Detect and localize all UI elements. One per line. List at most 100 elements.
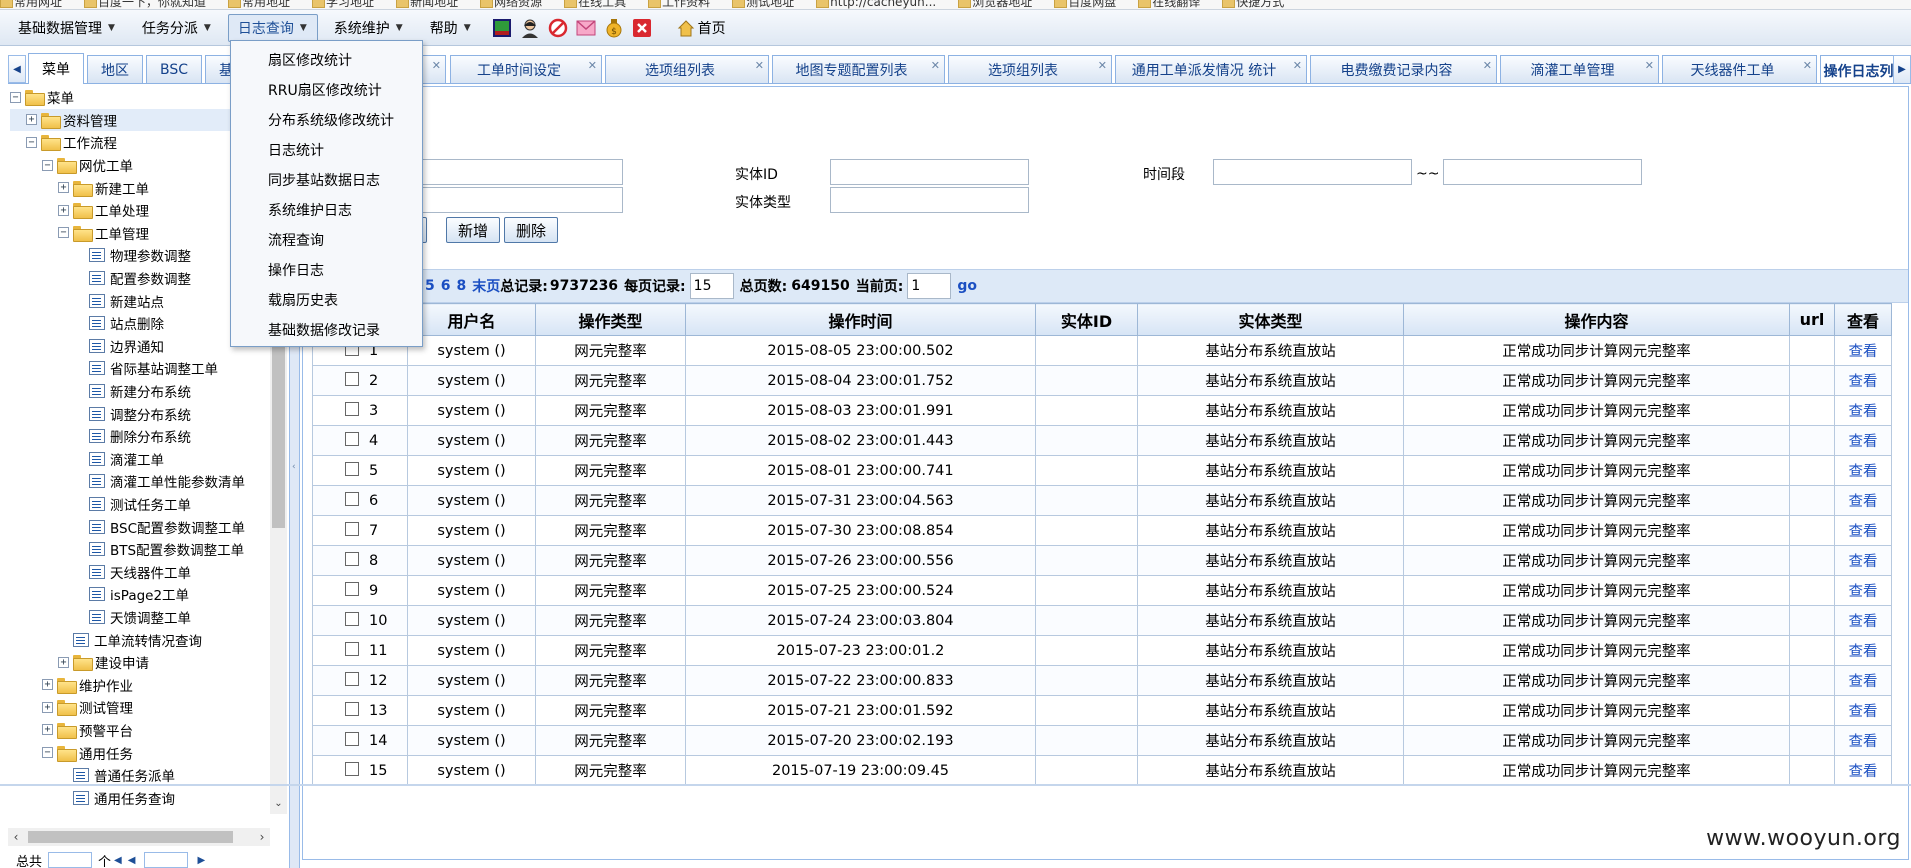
left-pager-input[interactable]	[48, 852, 93, 868]
entity-id-input[interactable]	[830, 159, 1029, 185]
add-button[interactable]: 新增	[446, 217, 500, 243]
expand-icon[interactable]: +	[58, 656, 69, 668]
main-tab[interactable]: 电费缴费记录内容 ✕	[1310, 55, 1497, 83]
row-checkbox[interactable]	[345, 372, 359, 386]
forbidden-icon[interactable]	[548, 18, 568, 38]
tab-menu[interactable]: 菜单	[28, 53, 84, 84]
per-page-input[interactable]: 15	[689, 273, 734, 299]
close-tab-icon[interactable]: ✕	[931, 59, 940, 72]
tree-node[interactable]: isPage2工单	[10, 583, 268, 606]
row-checkbox[interactable]	[345, 552, 359, 566]
tree-node[interactable]: 新建分布系统	[10, 380, 268, 403]
tree-node[interactable]: 滴灌工单	[10, 448, 268, 471]
view-link[interactable]: 查看	[1834, 335, 1892, 366]
bookmark-item[interactable]: 快捷方式	[1222, 0, 1284, 8]
close-tab-icon[interactable]: ✕	[588, 59, 597, 72]
collapse-icon[interactable]: −	[42, 747, 53, 759]
row-checkbox[interactable]	[345, 462, 359, 476]
scrollbar-thumb[interactable]	[28, 831, 233, 843]
bookmark-item[interactable]: 常用地址	[228, 0, 290, 8]
close-icon[interactable]	[632, 18, 652, 38]
row-checkbox[interactable]	[345, 732, 359, 746]
view-link[interactable]: 查看	[1834, 665, 1892, 696]
tab-region[interactable]: 地区	[87, 55, 143, 83]
tab-scroll-right-icon[interactable]: ▶	[1893, 55, 1911, 83]
expand-icon[interactable]: +	[26, 114, 37, 126]
first-page-icon[interactable]: ◀	[114, 855, 122, 866]
page-link-8[interactable]: 8	[457, 278, 467, 294]
menu-basic-data[interactable]: 基础数据管理 ▼	[8, 14, 126, 42]
chevron-right-icon[interactable]: ›	[254, 828, 270, 846]
close-tab-icon[interactable]: ✕	[1803, 59, 1812, 72]
menu-log-query[interactable]: 日志查询 ▼	[227, 13, 318, 42]
tree-node[interactable]: 调整分布系统	[10, 402, 268, 425]
dropdown-item[interactable]: 操作日志	[231, 255, 422, 285]
expand-icon[interactable]: +	[58, 182, 69, 194]
main-tab[interactable]: 滴灌工单管理 ✕	[1500, 55, 1659, 83]
dropdown-item[interactable]: 同步基站数据日志	[231, 165, 422, 195]
row-checkbox[interactable]	[345, 522, 359, 536]
time-end-input[interactable]	[1443, 159, 1642, 185]
row-checkbox[interactable]	[345, 702, 359, 716]
bookmark-item[interactable]: 常用网址	[0, 0, 62, 8]
close-tab-icon[interactable]: ✕	[1098, 59, 1107, 72]
tree-node[interactable]: 我发起处理中的任务	[10, 809, 268, 810]
chevron-down-icon[interactable]: ⌄	[270, 798, 287, 814]
next-page-icon[interactable]: ▶	[197, 855, 205, 866]
page-link-5[interactable]: 5	[425, 278, 435, 294]
left-pager-page-input[interactable]	[144, 852, 189, 868]
expand-icon[interactable]: +	[42, 679, 53, 691]
row-checkbox[interactable]	[345, 402, 359, 416]
tab-scroll-left-icon[interactable]: ◀	[8, 55, 26, 83]
view-link[interactable]: 查看	[1834, 545, 1892, 576]
row-checkbox[interactable]	[345, 642, 359, 656]
tree-node[interactable]: + 预警平台	[10, 719, 268, 742]
bookmark-item[interactable]: 在线翻译	[1138, 0, 1200, 8]
chevron-left-icon[interactable]: ‹	[8, 828, 24, 846]
go-button[interactable]: go	[957, 278, 977, 294]
tree-node[interactable]: 工单流转情况查询	[10, 628, 268, 651]
dropdown-item[interactable]: 载扇历史表	[231, 285, 422, 315]
delete-button[interactable]: 删除	[504, 217, 558, 243]
tree-horizontal-scrollbar[interactable]: ‹ ›	[8, 828, 270, 846]
tree-node[interactable]: 通用任务查询	[10, 786, 268, 809]
tree-node[interactable]: 天馈调整工单	[10, 606, 268, 629]
tree-node[interactable]: 滴灌工单性能参数清单	[10, 470, 268, 493]
main-tab[interactable]: 选项组列表 ✕	[605, 55, 769, 83]
menu-task-dispatch[interactable]: 任务分派 ▼	[132, 14, 222, 42]
main-tab[interactable]: 地图专题配置列表 ✕	[772, 55, 945, 83]
dropdown-item[interactable]: 分布系统级修改统计	[231, 105, 422, 135]
close-tab-icon[interactable]: ✕	[1645, 59, 1654, 72]
view-link[interactable]: 查看	[1834, 515, 1892, 546]
last-page-link[interactable]: 末页	[472, 276, 500, 296]
close-tab-icon[interactable]: ✕	[1293, 59, 1302, 72]
tree-node[interactable]: BTS配置参数调整工单	[10, 538, 268, 561]
tree-node[interactable]: + 维护作业	[10, 673, 268, 696]
row-checkbox[interactable]	[345, 432, 359, 446]
tree-node[interactable]: − 通用任务	[10, 741, 268, 764]
view-link[interactable]: 查看	[1834, 365, 1892, 396]
close-tab-icon[interactable]: ✕	[1483, 59, 1492, 72]
bookmark-item[interactable]: 百度网盘	[1054, 0, 1116, 8]
view-link[interactable]: 查看	[1834, 575, 1892, 606]
bookmark-item[interactable]: 工作资料	[648, 0, 710, 8]
bookmark-item[interactable]: 百度一下，你就知道	[84, 0, 206, 8]
prev-page-icon[interactable]: ◀	[128, 855, 136, 866]
main-tab[interactable]: 工单时间设定 ✕	[450, 55, 602, 83]
mail-icon[interactable]	[576, 18, 596, 38]
collapse-arrow-icon[interactable]: ‹	[292, 462, 296, 472]
dropdown-item[interactable]: 基础数据修改记录	[231, 315, 422, 345]
menu-help[interactable]: 帮助 ▼	[420, 14, 482, 42]
tree-node[interactable]: 测试任务工单	[10, 493, 268, 516]
dropdown-item[interactable]: 扇区修改统计	[231, 45, 422, 75]
main-tab[interactable]: 天线器件工单 ✕	[1662, 55, 1817, 83]
view-link[interactable]: 查看	[1834, 395, 1892, 426]
view-link[interactable]: 查看	[1834, 425, 1892, 456]
tab-bsc[interactable]: BSC	[146, 55, 203, 83]
row-checkbox[interactable]	[345, 762, 359, 776]
monitor-icon[interactable]	[492, 18, 512, 38]
expand-icon[interactable]: +	[42, 701, 53, 713]
view-link[interactable]: 查看	[1834, 605, 1892, 636]
close-tab-icon[interactable]: ✕	[755, 59, 764, 72]
bookmark-item[interactable]: 在线工具	[564, 0, 626, 8]
